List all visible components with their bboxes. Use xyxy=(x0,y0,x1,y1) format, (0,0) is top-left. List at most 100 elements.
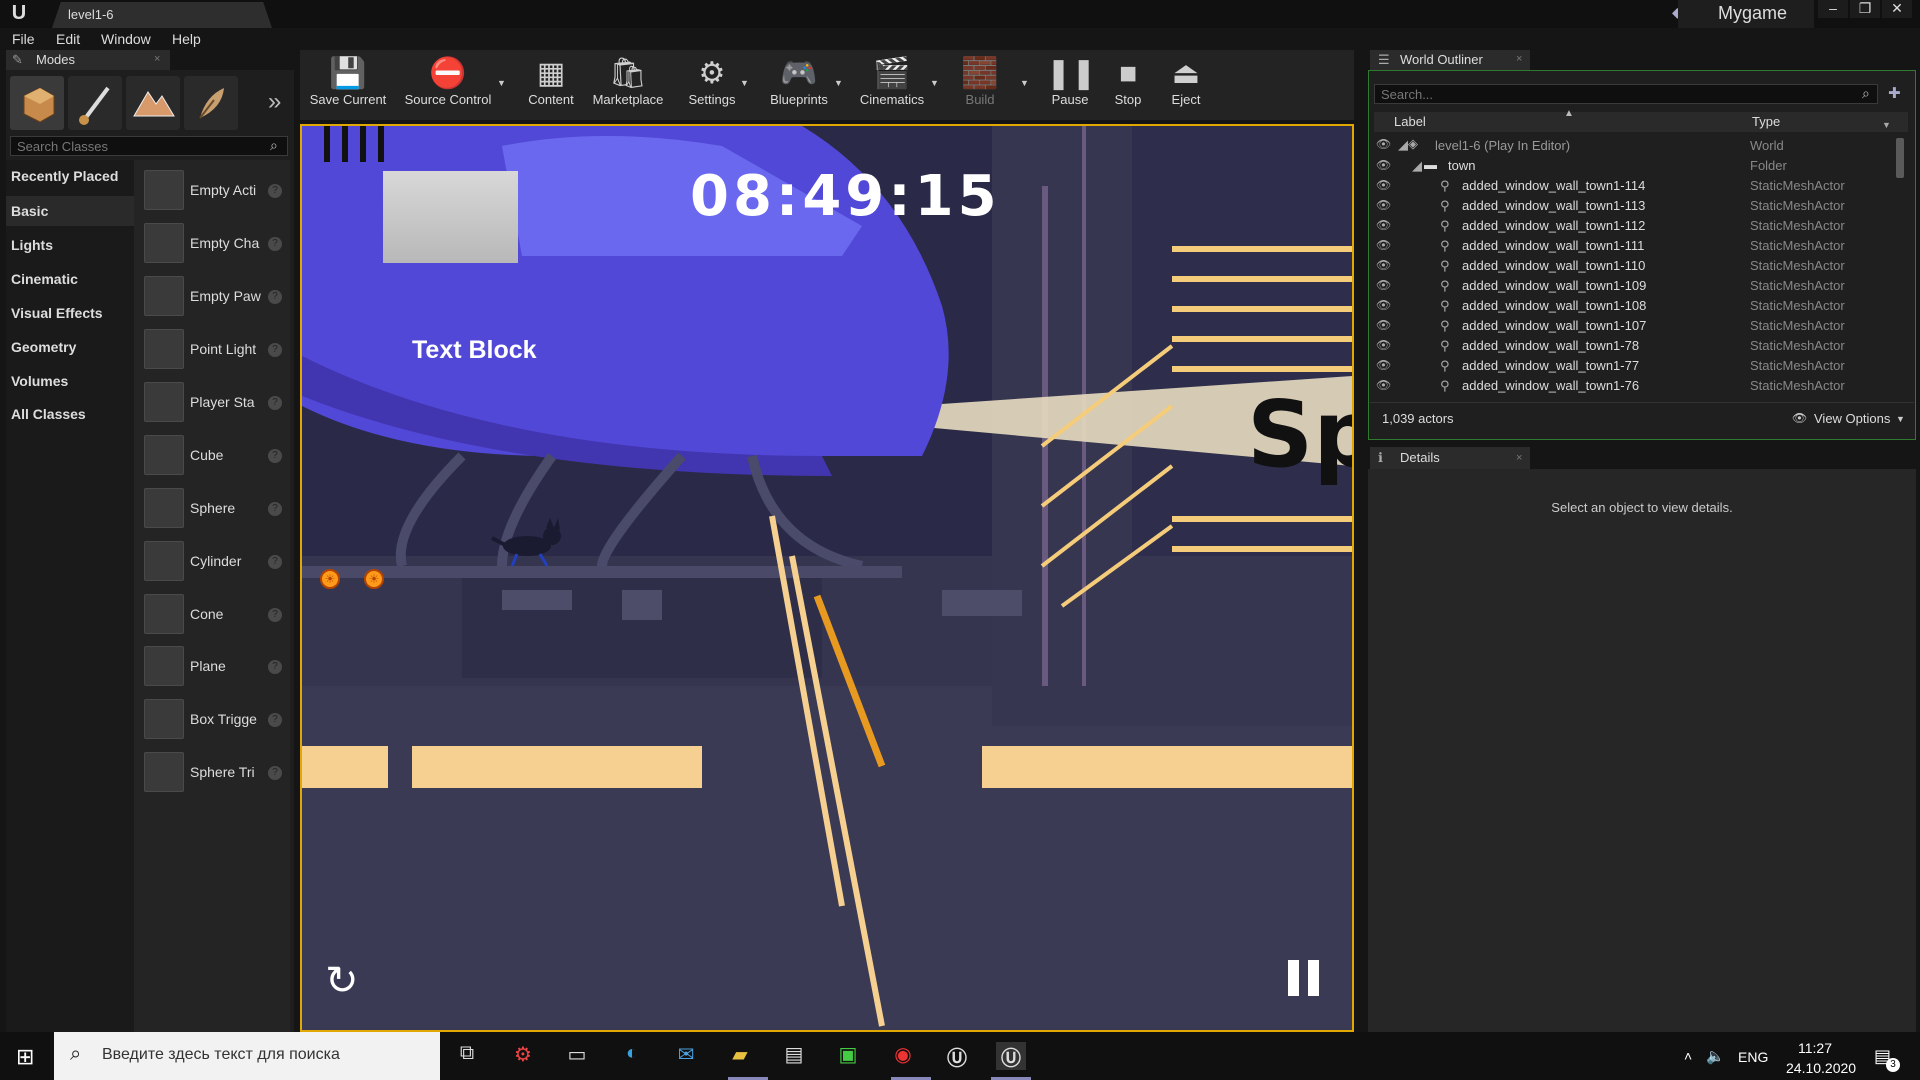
item-label[interactable]: Plane xyxy=(190,658,262,674)
outliner-row-label[interactable]: added_window_wall_town1-113 xyxy=(1462,198,1645,213)
sphere-trigger-thumb-icon[interactable] xyxy=(144,752,184,792)
taskbar-search-input[interactable]: Введите здесь текст для поиска xyxy=(54,1032,440,1080)
help-icon[interactable]: ? xyxy=(268,555,282,569)
save-current-button[interactable]: 💾 Save Current xyxy=(304,52,392,118)
mail-icon[interactable]: ✉ xyxy=(671,1042,701,1070)
unreal-logo-icon[interactable]: U xyxy=(6,2,32,26)
item-label[interactable]: Point Light xyxy=(190,341,262,357)
modes-tab[interactable]: Modes xyxy=(6,50,170,70)
dropdown-arrow-icon[interactable]: ▼ xyxy=(497,78,506,88)
app-icon[interactable]: ▣ xyxy=(833,1042,863,1070)
item-label[interactable]: Sphere Tri xyxy=(190,764,262,780)
visibility-eye-icon[interactable]: 👁 xyxy=(1376,318,1391,332)
category-cinematic[interactable]: Cinematic xyxy=(11,271,78,287)
marketplace-button[interactable]: 🛍 Marketplace xyxy=(588,52,668,118)
dropdown-arrow-icon[interactable]: ▼ xyxy=(1896,414,1905,424)
point-light-thumb-icon[interactable] xyxy=(144,329,184,369)
outliner-row-label[interactable]: added_window_wall_town1-78 xyxy=(1462,338,1639,353)
cinematics-button[interactable]: 🎬 Cinematics xyxy=(854,52,930,118)
cone-thumb-icon[interactable] xyxy=(144,594,184,634)
category-recently-placed[interactable]: Recently Placed xyxy=(11,168,118,184)
category-volumes[interactable]: Volumes xyxy=(11,373,68,389)
close-tab-icon[interactable]: × xyxy=(1516,53,1522,65)
content-button[interactable]: ▦ Content xyxy=(520,52,582,118)
item-label[interactable]: Empty Acti xyxy=(190,182,262,198)
visibility-eye-icon[interactable]: 👁 xyxy=(1376,358,1391,372)
unreal-engine-icon[interactable]: Ⓤ xyxy=(942,1042,972,1070)
help-icon[interactable]: ? xyxy=(268,396,282,410)
restore-icon[interactable]: ❐ xyxy=(1850,0,1880,18)
outliner-row-label[interactable]: added_window_wall_town1-108 xyxy=(1462,298,1646,313)
outliner-row-label[interactable]: added_window_wall_town1-109 xyxy=(1462,278,1646,293)
view-options-button[interactable]: View Options xyxy=(1814,411,1890,426)
empty-pawn-thumb-icon[interactable] xyxy=(144,276,184,316)
search-icon[interactable]: ⌕ xyxy=(270,137,278,154)
task-view-icon[interactable]: ⧉ xyxy=(452,1042,482,1070)
expand-arrow-icon[interactable]: ◢ xyxy=(1412,158,1422,174)
details-tab[interactable]: Details xyxy=(1370,447,1530,469)
player-start-thumb-icon[interactable] xyxy=(144,382,184,422)
world-outliner-tab[interactable]: World Outliner xyxy=(1370,50,1530,70)
cylinder-thumb-icon[interactable] xyxy=(144,541,184,581)
visibility-eye-icon[interactable]: 👁 xyxy=(1376,378,1391,392)
chrome-icon[interactable]: ◉ xyxy=(888,1042,918,1070)
close-tab-icon[interactable]: × xyxy=(1516,452,1522,464)
item-label[interactable]: Cone xyxy=(190,606,262,622)
outliner-row-label[interactable]: added_window_wall_town1-77 xyxy=(1462,358,1639,373)
clock-time[interactable]: 11:27 xyxy=(1798,1040,1832,1056)
outliner-row-label[interactable]: added_window_wall_town1-110 xyxy=(1462,258,1645,273)
place-mode-button[interactable] xyxy=(10,76,64,130)
outliner-row-label[interactable]: added_window_wall_town1-111 xyxy=(1462,238,1644,253)
visibility-eye-icon[interactable]: 👁 xyxy=(1376,137,1391,151)
item-label[interactable]: Cube xyxy=(190,447,262,463)
hud-pause-button[interactable] xyxy=(1288,960,1322,996)
search-classes-input[interactable]: Search Classes xyxy=(10,136,288,156)
help-icon[interactable]: ? xyxy=(268,608,282,622)
item-label[interactable]: Empty Cha xyxy=(190,235,262,251)
level-tab[interactable]: level1-6 xyxy=(52,2,272,28)
volume-icon[interactable]: 🔈 xyxy=(1706,1047,1725,1065)
column-type[interactable]: Type xyxy=(1752,114,1780,129)
category-all-classes[interactable]: All Classes xyxy=(11,406,86,422)
menu-window[interactable]: Window xyxy=(101,31,151,47)
windows-start-icon[interactable]: ⊞ xyxy=(16,1044,34,1070)
help-icon[interactable]: ? xyxy=(268,184,282,198)
item-label[interactable]: Empty Paw xyxy=(190,288,262,304)
outliner-row-label[interactable]: added_window_wall_town1-112 xyxy=(1462,218,1645,233)
help-icon[interactable]: ? xyxy=(268,766,282,780)
help-icon[interactable]: ? xyxy=(268,237,282,251)
menu-edit[interactable]: Edit xyxy=(56,31,80,47)
help-icon[interactable]: ? xyxy=(268,449,282,463)
eject-button[interactable]: ⏏ Eject xyxy=(1162,52,1210,118)
help-icon[interactable]: ? xyxy=(268,660,282,674)
visibility-eye-icon[interactable]: 👁 xyxy=(1376,258,1391,272)
column-label[interactable]: Label xyxy=(1394,114,1426,129)
landscape-mode-button[interactable] xyxy=(126,76,180,130)
visibility-eye-icon[interactable]: 👁 xyxy=(1376,298,1391,312)
visibility-eye-icon[interactable]: 👁 xyxy=(1376,198,1391,212)
close-icon[interactable]: ✕ xyxy=(1882,0,1912,18)
add-folder-icon[interactable]: ✚ xyxy=(1888,84,1901,102)
box-trigger-thumb-icon[interactable] xyxy=(144,699,184,739)
help-icon[interactable]: ? xyxy=(268,343,282,357)
file-explorer-icon[interactable]: ▰ xyxy=(725,1042,755,1070)
dropdown-arrow-icon[interactable]: ▼ xyxy=(1020,78,1029,88)
restart-icon[interactable]: ↻ xyxy=(325,958,359,1004)
outliner-row-label[interactable]: added_window_wall_town1-114 xyxy=(1462,178,1645,193)
help-icon[interactable]: ? xyxy=(268,502,282,516)
more-modes-icon[interactable]: » xyxy=(268,88,281,116)
close-tab-icon[interactable]: × xyxy=(154,53,160,65)
source-control-button[interactable]: ⛔ Source Control xyxy=(398,52,498,118)
empty-actor-thumb-icon[interactable] xyxy=(144,170,184,210)
pause-button[interactable]: ❚❚ Pause xyxy=(1046,52,1096,118)
language-indicator[interactable]: ENG xyxy=(1738,1049,1768,1065)
outliner-row-label[interactable]: town xyxy=(1448,158,1475,173)
foliage-mode-button[interactable] xyxy=(184,76,238,130)
item-label[interactable]: Box Trigge xyxy=(190,711,262,727)
visibility-eye-icon[interactable]: 👁 xyxy=(1376,178,1391,192)
edge-browser-icon[interactable]: ◐ xyxy=(617,1042,647,1070)
empty-character-thumb-icon[interactable] xyxy=(144,223,184,263)
visibility-eye-icon[interactable]: 👁 xyxy=(1376,278,1391,292)
search-icon[interactable]: ⌕ xyxy=(1862,85,1870,102)
plane-thumb-icon[interactable] xyxy=(144,646,184,686)
